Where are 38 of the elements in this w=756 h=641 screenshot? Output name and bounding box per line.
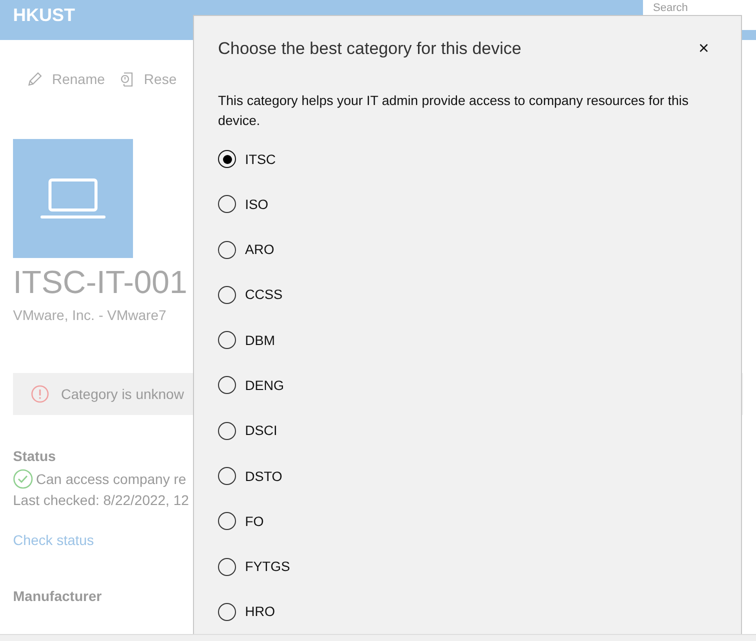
pencil-icon	[27, 71, 43, 87]
radio-option[interactable]: DSCI	[218, 420, 717, 441]
radio-button[interactable]	[218, 286, 236, 304]
dialog-title: Choose the best category for this device	[218, 38, 522, 58]
radio-button[interactable]	[218, 558, 236, 576]
radio-button[interactable]	[218, 376, 236, 394]
close-button[interactable]: ×	[690, 38, 717, 59]
radio-option[interactable]: HRO	[218, 602, 717, 622]
radio-option[interactable]: FYTGS	[218, 556, 717, 577]
radio-option[interactable]: FO	[218, 511, 717, 532]
alert-text: Category is unknow	[61, 386, 184, 402]
laptop-icon	[40, 176, 106, 220]
radio-option[interactable]: CCSS	[218, 284, 717, 305]
radio-option[interactable]: DENG	[218, 375, 717, 396]
radio-option[interactable]: DBM	[218, 330, 717, 350]
radio-button[interactable]	[218, 331, 236, 350]
radio-option[interactable]: ARO	[218, 240, 717, 260]
check-circle-icon	[13, 469, 33, 489]
radio-option[interactable]: DSTO	[218, 466, 717, 486]
radio-button[interactable]	[218, 422, 236, 440]
radio-button[interactable]	[218, 602, 236, 621]
status-heading: Status	[13, 448, 57, 464]
radio-button[interactable]	[218, 512, 236, 530]
last-checked: Last checked: 8/22/2022, 12	[13, 492, 190, 508]
radio-button[interactable]	[218, 240, 236, 259]
error-icon	[31, 385, 49, 403]
reset-icon	[118, 71, 135, 87]
device-name: ITSC-IT-001	[13, 264, 188, 301]
radio-button[interactable]	[218, 467, 236, 486]
manufacturer-heading: Manufacturer	[13, 588, 103, 604]
status-message: Can access company re	[36, 471, 186, 487]
radio-option[interactable]: ISO	[218, 194, 717, 214]
radio-option[interactable]: ITSC	[218, 149, 717, 169]
radio-button[interactable]	[218, 195, 236, 214]
device-model: VMware, Inc. - VMware7	[13, 307, 166, 323]
app-title: HKUST	[13, 4, 75, 26]
dialog-description: This category helps your IT admin provide access to company resources for this device.	[218, 92, 690, 130]
radio-button[interactable]	[218, 150, 236, 168]
